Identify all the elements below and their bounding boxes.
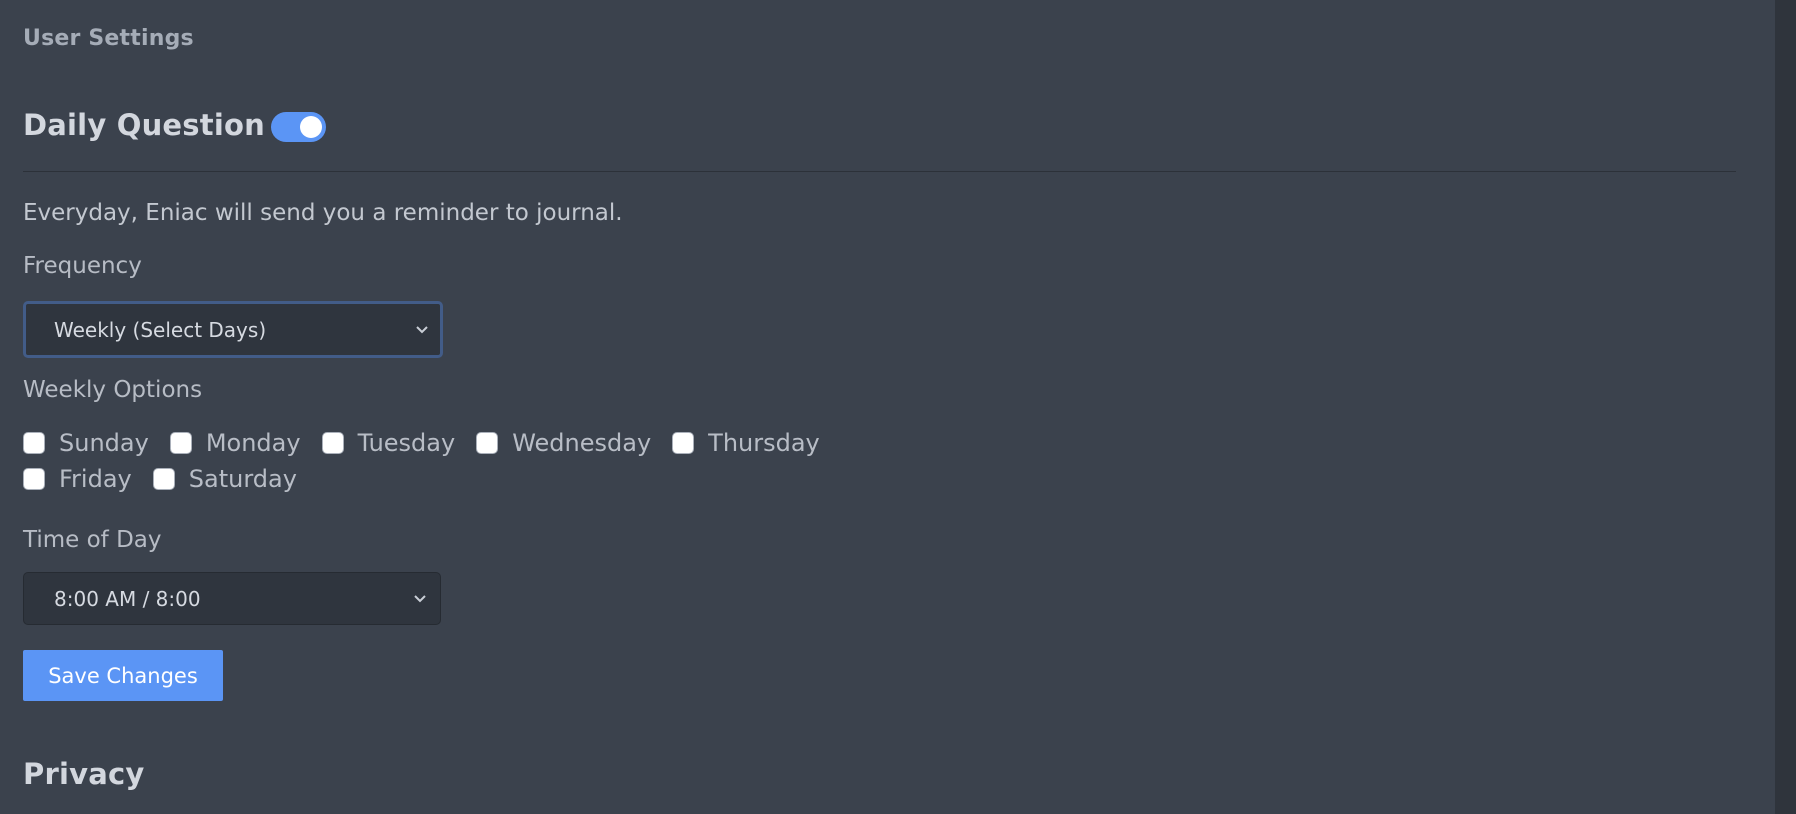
time-of-day-select-value: 8:00 AM / 8:00 bbox=[54, 586, 201, 611]
day-label: Sunday bbox=[59, 429, 149, 457]
day-option-friday[interactable]: Friday bbox=[23, 465, 132, 493]
chevron-down-icon bbox=[414, 322, 430, 338]
tuesday-checkbox[interactable] bbox=[321, 432, 344, 454]
time-of-day-label: Time of Day bbox=[23, 527, 162, 553]
day-label: Thursday bbox=[708, 429, 820, 457]
sunday-checkbox[interactable] bbox=[23, 432, 45, 454]
wednesday-checkbox[interactable] bbox=[476, 432, 499, 454]
day-option-tuesday[interactable]: Tuesday bbox=[321, 429, 456, 457]
chevron-down-icon bbox=[412, 591, 428, 607]
day-option-thursday[interactable]: Thursday bbox=[672, 429, 820, 457]
section-title-privacy: Privacy bbox=[23, 757, 145, 791]
scrollbar-track[interactable] bbox=[1775, 0, 1796, 814]
day-label: Saturday bbox=[188, 465, 297, 493]
toggle-knob bbox=[299, 116, 322, 138]
saturday-checkbox[interactable] bbox=[152, 468, 175, 490]
day-option-wednesday[interactable]: Wednesday bbox=[476, 429, 651, 457]
weekly-options-label: Weekly Options bbox=[23, 377, 203, 403]
day-label: Tuesday bbox=[357, 429, 456, 457]
friday-checkbox[interactable] bbox=[23, 468, 45, 490]
time-of-day-select[interactable]: 8:00 AM / 8:00 bbox=[23, 572, 441, 625]
monday-checkbox[interactable] bbox=[169, 432, 192, 454]
day-option-monday[interactable]: Monday bbox=[169, 429, 301, 457]
frequency-select[interactable]: Weekly (Select Days) bbox=[23, 301, 443, 358]
day-option-saturday[interactable]: Saturday bbox=[152, 465, 297, 493]
save-changes-button[interactable]: Save Changes bbox=[23, 650, 223, 701]
section-divider bbox=[23, 171, 1736, 172]
thursday-checkbox[interactable] bbox=[672, 432, 695, 454]
weekly-days-row-1: Sunday Monday Tuesday Wednesday Thursday bbox=[23, 429, 841, 457]
day-label: Friday bbox=[59, 465, 132, 493]
frequency-select-value: Weekly (Select Days) bbox=[54, 317, 267, 342]
weekly-days-row-2: Friday Saturday bbox=[23, 465, 318, 493]
daily-question-description: Everyday, Eniac will send you a reminder… bbox=[23, 200, 623, 226]
day-option-sunday[interactable]: Sunday bbox=[23, 429, 149, 457]
daily-question-toggle[interactable] bbox=[270, 112, 326, 142]
day-label: Wednesday bbox=[512, 429, 652, 457]
frequency-label: Frequency bbox=[23, 253, 142, 279]
daily-question-header: Daily Question bbox=[23, 108, 326, 142]
page-title: User Settings bbox=[23, 26, 194, 51]
day-label: Monday bbox=[205, 429, 301, 457]
section-title-daily-question: Daily Question bbox=[23, 108, 265, 142]
